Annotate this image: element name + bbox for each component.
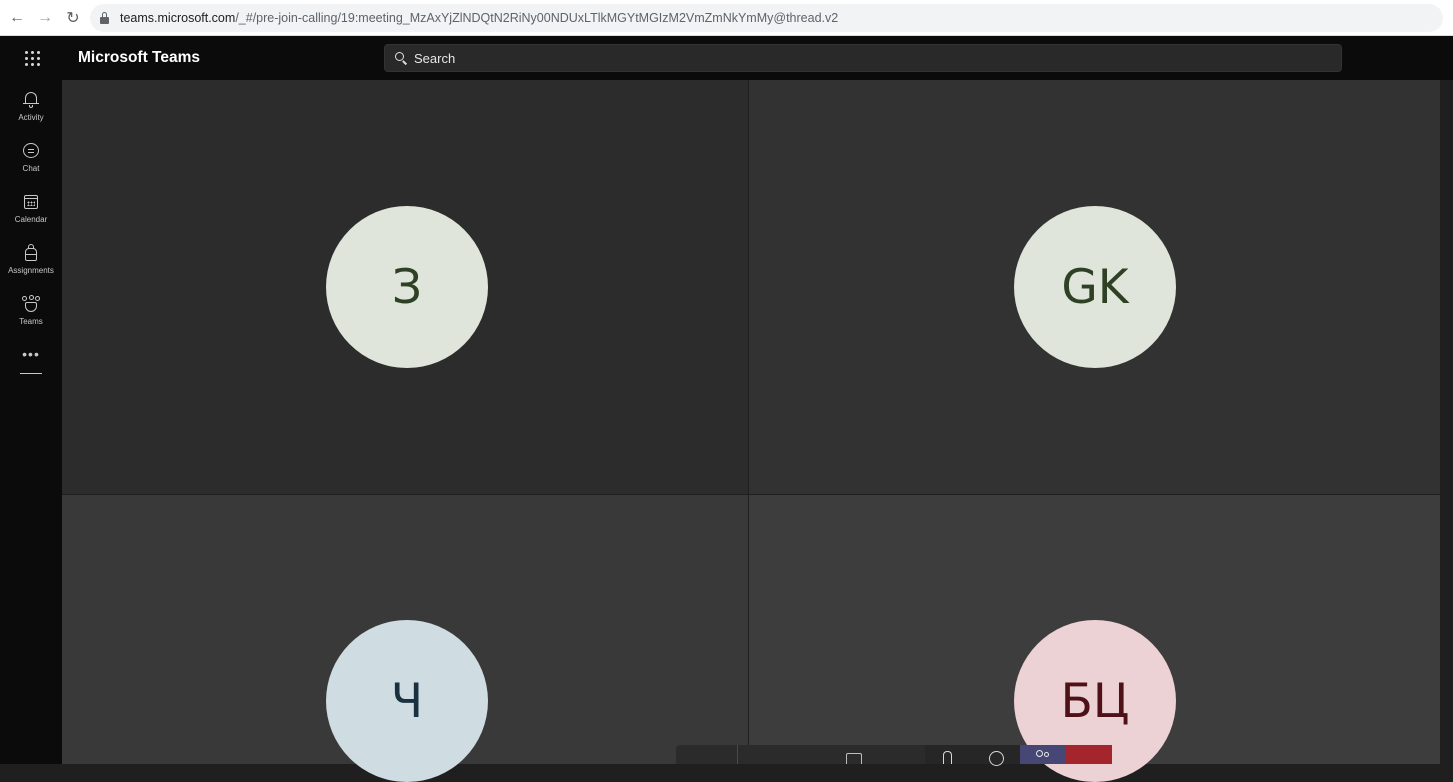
app-rail: Activity Chat Calendar Assignments Teams…	[0, 80, 62, 764]
rail-item-label: Teams	[19, 316, 43, 326]
participant-tile[interactable]: З	[62, 80, 748, 494]
rail-item-assignments[interactable]: Assignments	[0, 233, 62, 284]
browser-toolbar: ← → ↻ teams.microsoft.com/_#/pre-join-ca…	[0, 0, 1453, 36]
reactions-button[interactable]	[973, 745, 1020, 766]
app-title: Microsoft Teams	[78, 49, 201, 66]
hand-icon	[943, 751, 952, 764]
raise-hand-button[interactable]	[925, 745, 973, 764]
rail-item-teams[interactable]: Teams	[0, 284, 62, 335]
search-input[interactable]: Search	[384, 44, 1342, 72]
call-timer	[676, 745, 738, 764]
reload-icon[interactable]: ↻	[62, 7, 84, 29]
participant-avatar: З	[326, 206, 488, 368]
calendar-icon	[21, 192, 41, 212]
participant-tile[interactable]: Ч	[62, 495, 748, 782]
rail-item-activity[interactable]: Activity	[0, 80, 62, 131]
rail-item-label: Activity	[18, 112, 44, 122]
address-bar[interactable]: teams.microsoft.com/_#/pre-join-calling/…	[90, 3, 1443, 32]
call-device-controls	[738, 745, 925, 764]
rail-divider	[20, 373, 42, 374]
rail-item-label: Chat	[22, 163, 40, 173]
assignments-icon	[21, 243, 41, 263]
participant-avatar: GK	[1014, 206, 1176, 368]
participants-button[interactable]	[1020, 745, 1066, 764]
waffle-icon	[24, 50, 40, 66]
leave-call-button[interactable]	[1066, 745, 1112, 764]
page-scrollbar[interactable]	[1440, 80, 1453, 764]
more-apps-button[interactable]: •••	[0, 339, 62, 369]
people-icon	[1036, 750, 1043, 757]
rail-item-calendar[interactable]: Calendar	[0, 182, 62, 233]
teams-icon	[21, 294, 41, 314]
call-controls-bar	[676, 745, 1112, 766]
search-icon	[395, 52, 408, 65]
app-launcher-button[interactable]	[0, 36, 64, 80]
chat-icon	[21, 141, 41, 161]
search-placeholder: Search	[414, 50, 456, 66]
bell-icon	[21, 90, 41, 110]
url-host: teams.microsoft.com	[120, 10, 236, 25]
rail-item-chat[interactable]: Chat	[0, 131, 62, 182]
meeting-stage: З GK Ч БЦ	[62, 80, 1440, 782]
url-path: /_#/pre-join-calling/19:meeting_MzAxYjZl…	[235, 10, 839, 25]
participant-avatar: Ч	[326, 620, 488, 782]
teams-header: Microsoft Teams Search	[0, 36, 1453, 80]
back-arrow-icon[interactable]: ←	[6, 7, 28, 29]
participant-tile[interactable]: БЦ	[749, 495, 1440, 782]
lock-icon	[100, 11, 110, 24]
share-screen-icon[interactable]	[846, 753, 862, 764]
participant-tile[interactable]: GK	[749, 80, 1440, 494]
forward-arrow-icon[interactable]: →	[34, 7, 56, 29]
rail-item-label: Calendar	[14, 214, 48, 224]
rail-item-label: Assignments	[8, 265, 54, 275]
